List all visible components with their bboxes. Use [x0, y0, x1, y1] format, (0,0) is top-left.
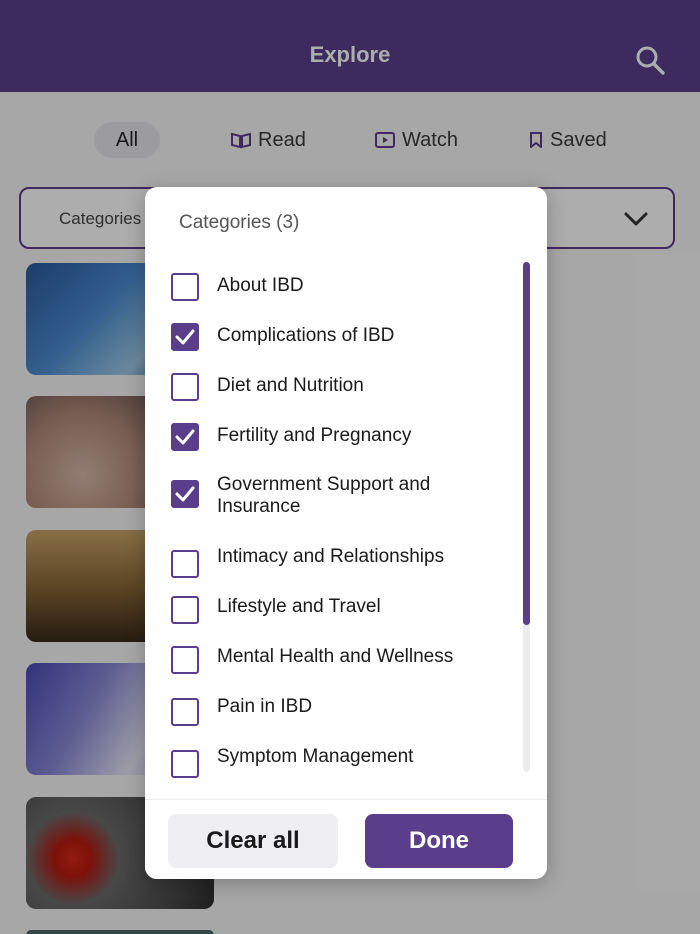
modal-footer: Clear all Done — [145, 799, 547, 879]
category-option-label: Lifestyle and Travel — [217, 596, 381, 617]
checkbox[interactable] — [171, 273, 199, 301]
checkbox[interactable] — [171, 646, 199, 674]
category-option[interactable]: Symptom Management — [171, 746, 511, 778]
checkbox[interactable] — [171, 750, 199, 778]
category-option[interactable]: Intimacy and Relationships — [171, 546, 511, 578]
checkbox[interactable] — [171, 596, 199, 624]
category-option-label: Symptom Management — [217, 746, 414, 767]
category-option[interactable]: Diet and Nutrition — [171, 373, 511, 401]
category-option[interactable]: Pain in IBD — [171, 696, 511, 726]
category-option-label: Fertility and Pregnancy — [217, 425, 412, 446]
category-option[interactable]: Complications of IBD — [171, 323, 511, 351]
done-button[interactable]: Done — [365, 814, 513, 868]
category-option[interactable]: Fertility and Pregnancy — [171, 423, 511, 451]
category-option-label: Government Support and Insurance — [217, 474, 431, 517]
category-option[interactable]: About IBD — [171, 273, 511, 301]
clear-all-button[interactable]: Clear all — [168, 814, 338, 868]
scrollbar-thumb[interactable] — [523, 262, 530, 625]
checkbox[interactable] — [171, 323, 199, 351]
checkbox[interactable] — [171, 423, 199, 451]
category-option-label: Pain in IBD — [217, 696, 313, 717]
category-option-label: Intimacy and Relationships — [217, 546, 445, 567]
category-option-label: Complications of IBD — [217, 325, 395, 346]
category-option[interactable]: Mental Health and Wellness — [171, 646, 511, 674]
category-option[interactable]: Government Support and Insurance — [171, 474, 511, 518]
checkbox[interactable] — [171, 373, 199, 401]
checkbox[interactable] — [171, 550, 199, 578]
category-option-label: About IBD — [217, 275, 304, 296]
modal-title: Categories (3) — [179, 212, 300, 233]
category-option[interactable]: Lifestyle and Travel — [171, 596, 511, 624]
checkbox[interactable] — [171, 480, 199, 508]
category-option-label: Diet and Nutrition — [217, 375, 364, 396]
categories-modal: Categories (3) About IBD Complications o… — [145, 187, 547, 879]
category-option-label: Mental Health and Wellness — [217, 646, 454, 667]
checkbox[interactable] — [171, 698, 199, 726]
